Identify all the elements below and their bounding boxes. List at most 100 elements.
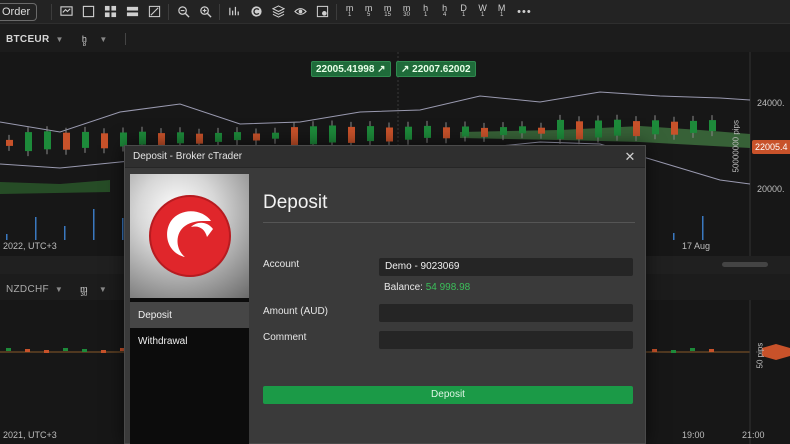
candle-body xyxy=(6,348,11,351)
main-toolbar: Order m 1 m 5 m 15 m 30 h 1 h 4 D 1 W 1 … xyxy=(0,0,790,24)
timeframe-button[interactable]: m1 xyxy=(340,2,359,22)
new-order-button[interactable]: Order xyxy=(0,2,38,21)
balance-label: Balance: xyxy=(384,282,423,293)
chart-header-top: BTCEUR ▼ h8 ▼ xyxy=(0,28,790,50)
date-axis-label: 17 Aug xyxy=(682,241,711,251)
candle-body xyxy=(652,120,659,135)
timeframe-button[interactable]: D1 xyxy=(454,2,473,22)
deposit-form: Deposit Account Demo - 9023069 Balance: … xyxy=(263,174,635,404)
volume-bar xyxy=(6,234,8,240)
dialog-sidebar: Deposit Withdrawal xyxy=(130,174,249,444)
candle-body xyxy=(519,126,526,134)
timeframe-button[interactable]: m 15 xyxy=(378,2,397,22)
candle-body xyxy=(44,131,51,150)
timeframe-button[interactable]: W1 xyxy=(473,2,492,22)
ask-price-text: 22007.62002 xyxy=(412,64,471,75)
bid-price-text: 22005.41998 xyxy=(316,64,375,75)
chart-timeframe[interactable]: h8 xyxy=(73,34,95,48)
candle-body xyxy=(576,121,583,140)
close-icon[interactable]: ✕ xyxy=(623,149,637,165)
timeframe-dropdown-icon[interactable]: ▼ xyxy=(99,35,107,44)
chart-symbol[interactable]: NZDCHF xyxy=(0,284,55,295)
broker-logo xyxy=(130,174,249,298)
timeframe-button[interactable]: m 30 xyxy=(397,2,416,22)
candle-body xyxy=(25,349,30,352)
single-chart-icon[interactable] xyxy=(77,2,99,22)
candle-body xyxy=(367,126,374,142)
price-axis-label: 24000. xyxy=(757,98,785,108)
cbots-icon[interactable] xyxy=(245,2,267,22)
layers-icon[interactable] xyxy=(267,2,289,22)
candle-body xyxy=(25,132,32,152)
symbol-dropdown-icon[interactable]: ▼ xyxy=(55,285,63,294)
zoom-in-icon[interactable] xyxy=(194,2,216,22)
candle-body xyxy=(139,131,146,145)
eye-icon[interactable] xyxy=(289,2,311,22)
candle-body xyxy=(538,127,545,134)
amount-label: Amount (AUD) xyxy=(263,306,329,317)
indicators-icon[interactable] xyxy=(223,2,245,22)
candle-body xyxy=(158,133,165,146)
drawing-tool-icon[interactable] xyxy=(143,2,165,22)
ask-price-tag[interactable]: ↗ 22007.62002 xyxy=(396,61,476,77)
current-price-marker: 22005.4 xyxy=(752,140,790,154)
volume-bar xyxy=(93,209,95,240)
sidebar-item-withdrawal[interactable]: Withdrawal xyxy=(130,328,249,354)
time-axis-label: 21:00 xyxy=(742,430,765,440)
timeframe-button[interactable]: h1 xyxy=(416,2,435,22)
bid-price-tag[interactable]: 22005.41998 ↗ xyxy=(311,61,391,77)
toolbar-divider xyxy=(168,3,170,20)
ctrader-logo-icon xyxy=(148,195,231,277)
candle-body xyxy=(690,120,697,133)
timeframe-button[interactable]: m5 xyxy=(359,2,378,22)
candle-body xyxy=(253,133,260,141)
dialog-title: Deposit - Broker cTrader xyxy=(133,151,243,162)
timeframe-button[interactable]: M1 xyxy=(492,2,511,22)
amount-input[interactable] xyxy=(379,304,633,322)
volume-bar xyxy=(702,216,704,240)
timeframe-button[interactable]: h4 xyxy=(435,2,454,22)
candle-body xyxy=(709,120,716,132)
account-field[interactable]: Demo - 9023069 xyxy=(379,258,633,276)
deposit-dialog: Deposit - Broker cTrader ✕ Deposit Withd… xyxy=(124,145,646,444)
zoom-out-icon[interactable] xyxy=(172,2,194,22)
toolbar-divider xyxy=(51,3,53,20)
pips-scale-label: 50 pips xyxy=(755,342,765,369)
dialog-titlebar[interactable]: Deposit - Broker cTrader ✕ xyxy=(125,146,645,168)
candle-body xyxy=(481,127,488,137)
price-axis-label: 20000. xyxy=(757,184,785,194)
candle-body xyxy=(633,121,640,137)
candle-body xyxy=(44,350,49,353)
settings-icon[interactable] xyxy=(311,2,333,22)
chart-symbol[interactable]: BTCEUR xyxy=(0,34,55,45)
candle-body xyxy=(690,348,695,351)
chart-timeframe[interactable]: m 30 xyxy=(73,284,95,298)
candle-body xyxy=(82,349,87,352)
candle-body xyxy=(63,348,68,351)
candle-body xyxy=(709,349,714,352)
candle-body xyxy=(291,127,298,147)
more-menu-icon[interactable]: ••• xyxy=(517,6,532,18)
grid-layout-icon[interactable] xyxy=(99,2,121,22)
symbol-dropdown-icon[interactable]: ▼ xyxy=(55,35,63,44)
account-label: Account xyxy=(263,259,300,270)
chart-icon[interactable] xyxy=(55,2,77,22)
sidebar-item-deposit[interactable]: Deposit xyxy=(130,302,249,328)
date-axis-label: 2022, UTC+3 xyxy=(3,241,57,251)
timeframe-dropdown-icon[interactable]: ▼ xyxy=(99,285,107,294)
comment-input[interactable] xyxy=(379,331,633,349)
balance-text: Balance: 54 998.98 xyxy=(384,282,470,293)
candle-body xyxy=(595,120,602,138)
candle-body xyxy=(272,132,279,139)
stacked-layout-icon[interactable] xyxy=(121,2,143,22)
deposit-submit-button[interactable]: Deposit xyxy=(263,386,633,404)
date-axis-label: 2021, UTC+3 xyxy=(3,430,57,440)
candle-body xyxy=(348,126,355,143)
comment-label: Comment xyxy=(263,332,307,343)
timeframe-selector: m1 m5 m 15 m 30 h1 h4 D1 W1 M1 xyxy=(340,2,511,22)
candle-body xyxy=(310,126,317,145)
toolbar-divider xyxy=(219,3,221,20)
candle-body xyxy=(405,126,412,140)
balance-value: 54 998.98 xyxy=(425,282,471,293)
horizontal-scrollbar[interactable] xyxy=(722,262,768,267)
